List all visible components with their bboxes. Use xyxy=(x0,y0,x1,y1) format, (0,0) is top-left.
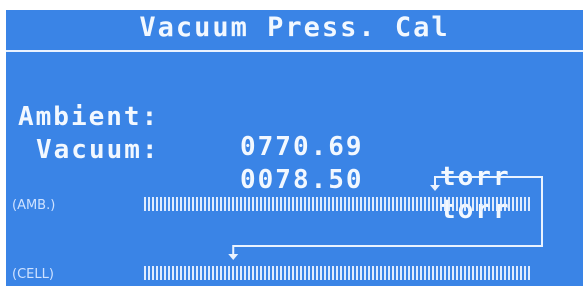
amb-marker-arrow xyxy=(430,185,440,191)
marker-overlay xyxy=(228,176,543,260)
cell-marker-arrow xyxy=(228,254,239,260)
marker-link-line xyxy=(232,176,543,254)
lcd-screen: Vacuum Press. Cal Ambient: 0770.69 torr … xyxy=(6,10,583,286)
